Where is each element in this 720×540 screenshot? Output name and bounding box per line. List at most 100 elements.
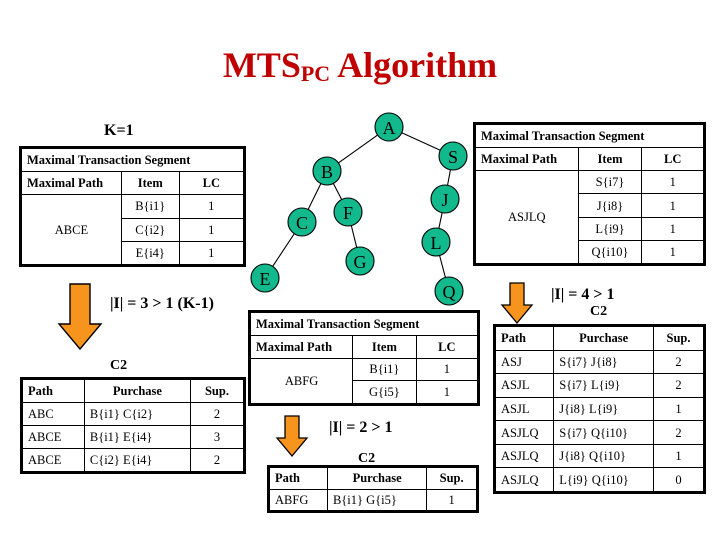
tree-edge-S-J bbox=[447, 169, 451, 186]
table-header-row: Maximal Path Item LC bbox=[249, 334, 479, 359]
purchase-value: S{i7} J{i8} bbox=[553, 349, 655, 375]
item-value: B{i1} bbox=[352, 357, 417, 382]
tree-edge-J-L bbox=[438, 212, 443, 229]
tree-node-label: G bbox=[354, 252, 367, 272]
slide-canvas: MTSPC Algorithm K=1 A B S C F J E G L Q Maximal T… bbox=[0, 0, 720, 540]
tree-edge-A-S bbox=[401, 132, 441, 151]
item-value: S{i7} bbox=[577, 170, 643, 195]
col-path: Path bbox=[494, 326, 555, 351]
sup-value: 1 bbox=[426, 488, 477, 511]
table-row: ABFG B{i1} G{i5} 1 bbox=[269, 488, 477, 511]
col-purchase: Purchase bbox=[326, 467, 428, 490]
lc-value: 1 bbox=[415, 357, 479, 382]
tree-node-l[interactable]: L bbox=[421, 227, 451, 257]
segment-table-top-right: Maximal Transaction Segment Maximal Path… bbox=[473, 122, 706, 266]
col-sup: Sup. bbox=[189, 379, 245, 403]
table-header-row: Maximal Path Item LC bbox=[475, 147, 704, 172]
tree-node-j[interactable]: J bbox=[430, 184, 460, 214]
col-lc: LC bbox=[415, 334, 479, 359]
sup-value: 2 bbox=[653, 373, 704, 398]
table-row: ABCE B{i1} 1 bbox=[21, 194, 245, 265]
tree-node-b[interactable]: B bbox=[312, 156, 342, 186]
tree-node-label: L bbox=[431, 233, 442, 253]
col-purchase: Purchase bbox=[553, 326, 655, 351]
table-row: ABCE B{i1} E{i4} 3 bbox=[22, 425, 245, 449]
path-value: ASJLQ bbox=[494, 443, 555, 469]
table-row: ABCE C{i2} E{i4} 2 bbox=[22, 448, 245, 472]
tree-node-e[interactable]: E bbox=[250, 263, 280, 293]
col-item: Item bbox=[120, 171, 180, 196]
sup-value: 0 bbox=[653, 467, 704, 492]
tree-node-label: A bbox=[383, 118, 396, 138]
tree-node-a[interactable]: A bbox=[374, 112, 404, 142]
segment-caption: Maximal Transaction Segment bbox=[250, 312, 478, 336]
tree-node-q[interactable]: Q bbox=[434, 276, 464, 306]
table-row: ASJL J{i8} L{i9} 1 bbox=[494, 396, 704, 422]
path-value: ASJL bbox=[494, 373, 555, 398]
tree-edge-B-F bbox=[332, 183, 343, 200]
col-sup: Sup. bbox=[653, 326, 704, 351]
col-maximal-path: Maximal Path bbox=[475, 147, 579, 172]
purchase-value: S{i7} L{i9} bbox=[553, 373, 655, 398]
path-value: ASJLQ bbox=[494, 467, 555, 492]
path-value: ABCE bbox=[22, 425, 85, 449]
tree-node-g[interactable]: G bbox=[345, 246, 375, 276]
path-value: ASJLQ bbox=[494, 420, 555, 445]
col-maximal-path: Maximal Path bbox=[249, 334, 354, 359]
path-value: ABCE bbox=[22, 448, 85, 472]
lc-value: 1 bbox=[178, 217, 245, 242]
tree-node-label: E bbox=[260, 269, 271, 289]
transaction-tree-diagram: A B S C F J E G L Q bbox=[250, 112, 468, 306]
tree-edge-B-C bbox=[307, 183, 322, 210]
lc-value: 1 bbox=[178, 240, 245, 266]
purchase-value: J{i8} Q{i10} bbox=[553, 443, 655, 469]
lc-value: 1 bbox=[641, 193, 704, 218]
col-purchase: Purchase bbox=[83, 379, 191, 403]
col-path: Path bbox=[269, 467, 328, 490]
condition-label-middle: |I| = 2 > 1 bbox=[329, 419, 393, 436]
table-row: ASJL S{i7} L{i9} 2 bbox=[494, 373, 704, 398]
item-value: Q{i10} bbox=[577, 239, 643, 265]
table-row: ASJLQ S{i7} 1 bbox=[475, 170, 704, 264]
table-caption-row: Maximal Transaction Segment bbox=[21, 147, 244, 173]
table-row: ASJLQ S{i7} Q{i10} 2 bbox=[494, 420, 704, 445]
c2-caption-right: C2 bbox=[590, 304, 608, 319]
tree-edge-L-Q bbox=[439, 255, 446, 278]
maximal-path-value: ABFG bbox=[249, 357, 354, 404]
tree-node-label: C bbox=[296, 213, 308, 233]
sup-value: 2 bbox=[653, 420, 704, 445]
sup-value: 2 bbox=[653, 349, 704, 375]
segment-table-top-left: Maximal Transaction Segment Maximal Path… bbox=[19, 146, 246, 267]
tree-node-label: J bbox=[441, 190, 448, 210]
condition-label-left: |I| = 3 > 1 (K-1) bbox=[110, 295, 214, 312]
col-item: Item bbox=[352, 334, 417, 359]
table-header-row: Path Purchase Sup. bbox=[22, 379, 245, 403]
table-header-row: Path Purchase Sup. bbox=[494, 326, 704, 351]
maximal-path-value: ABCE bbox=[21, 194, 122, 265]
col-maximal-path: Maximal Path bbox=[21, 171, 122, 196]
table-caption-row: Maximal Transaction Segment bbox=[250, 312, 478, 336]
tree-node-f[interactable]: F bbox=[333, 197, 363, 227]
path-value: ABFG bbox=[269, 488, 328, 511]
purchase-value: S{i7} Q{i10} bbox=[553, 420, 655, 445]
purchase-value: J{i8} L{i9} bbox=[553, 396, 655, 422]
item-value: B{i1} bbox=[120, 194, 180, 219]
table-header-row: Path Purchase Sup. bbox=[269, 467, 477, 490]
table-row: ASJ S{i7} J{i8} 2 bbox=[494, 349, 704, 375]
purchase-value: L{i9} Q{i10} bbox=[553, 467, 655, 492]
table-header-row: Maximal Path Item LC bbox=[21, 171, 245, 196]
col-item: Item bbox=[577, 147, 643, 172]
k-value-label: K=1 bbox=[104, 122, 134, 139]
page-title: MTSPC Algorithm bbox=[0, 44, 720, 87]
col-lc: LC bbox=[178, 171, 245, 196]
title-subscript: PC bbox=[300, 61, 331, 86]
purchase-value: B{i1} C{i2} bbox=[83, 402, 191, 426]
item-value: J{i8} bbox=[577, 193, 643, 218]
sup-value: 1 bbox=[653, 396, 704, 422]
table-caption-row: Maximal Transaction Segment bbox=[475, 123, 704, 149]
tree-node-s[interactable]: S bbox=[438, 141, 468, 171]
tree-node-c[interactable]: C bbox=[287, 207, 317, 237]
tree-node-label: B bbox=[321, 162, 333, 182]
col-sup: Sup. bbox=[426, 467, 477, 490]
down-arrow-right bbox=[500, 281, 534, 325]
